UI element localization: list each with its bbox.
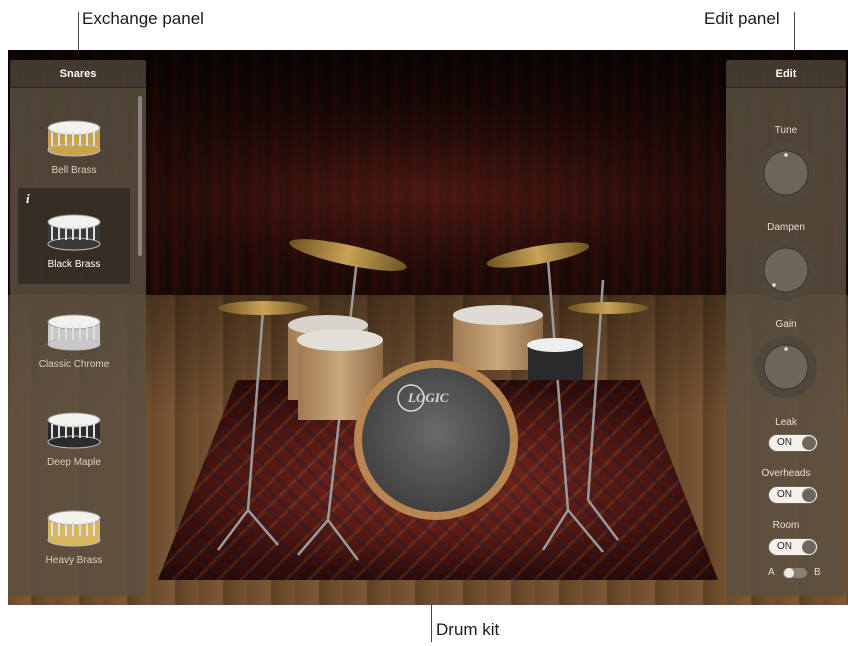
snare-drum-icon bbox=[47, 314, 101, 351]
snare-drum-icon bbox=[47, 214, 101, 251]
snare-item[interactable]: i Black Brass bbox=[18, 188, 130, 284]
edit-panel: Edit Tune Dampen Gain Leak ON Overheads … bbox=[726, 60, 846, 595]
leak-label: Leak bbox=[775, 417, 797, 428]
crash-cymbal-left bbox=[289, 239, 407, 271]
snare-item[interactable]: Deep Maple bbox=[18, 386, 130, 482]
room-label: Room bbox=[772, 520, 800, 531]
tune-label: Tune bbox=[774, 125, 798, 136]
scrollbar[interactable] bbox=[138, 96, 142, 256]
snare-drum-icon bbox=[47, 510, 101, 547]
snare-drum-icon bbox=[47, 412, 101, 449]
callout-exchange-panel: Exchange panel bbox=[82, 9, 204, 28]
gain-knob[interactable] bbox=[754, 335, 818, 399]
callout-edit-panel: Edit panel bbox=[704, 9, 780, 28]
snare-item-label: Heavy Brass bbox=[45, 555, 103, 566]
gain-control: Gain bbox=[726, 319, 846, 409]
leak-toggle[interactable]: ON bbox=[768, 434, 818, 452]
snare-item-label: Classic Chrome bbox=[38, 359, 110, 370]
snare-item-label: Bell Brass bbox=[51, 165, 97, 176]
room-toggle-state: ON bbox=[777, 541, 792, 552]
snare-item[interactable]: Bell Brass bbox=[18, 94, 130, 190]
snare-drum-icon bbox=[47, 120, 101, 157]
room-toggle-thumb bbox=[802, 540, 816, 554]
tune-control: Tune bbox=[726, 125, 846, 215]
overheads-label: Overheads bbox=[761, 468, 811, 479]
exchange-panel-title: Snares bbox=[10, 60, 146, 88]
gain-label: Gain bbox=[775, 319, 797, 330]
snare-item[interactable]: Classic Chrome bbox=[18, 288, 130, 384]
snare-list[interactable]: Bell Brass i Black Brass Classic Chrome Deep… bbox=[10, 90, 146, 595]
snare-item[interactable]: Heavy Brass bbox=[18, 484, 130, 580]
overheads-toggle-thumb bbox=[802, 488, 816, 502]
overheads-toggle-state: ON bbox=[777, 489, 792, 500]
crash-cymbal-right bbox=[486, 242, 590, 268]
leak-toggle-state: ON bbox=[777, 437, 792, 448]
ride-cymbal bbox=[568, 302, 648, 314]
hihat bbox=[218, 301, 308, 315]
ab-switch-thumb bbox=[784, 568, 794, 578]
dampen-control: Dampen bbox=[726, 222, 846, 312]
ab-label-b: B bbox=[814, 567, 821, 578]
room-ab-switch: A B bbox=[726, 567, 846, 581]
drum-kit[interactable]: LOGIC bbox=[208, 180, 668, 580]
ab-switch[interactable] bbox=[782, 567, 808, 579]
snare-item-label: Deep Maple bbox=[47, 457, 101, 468]
callout-line-exchange bbox=[78, 12, 79, 50]
edit-panel-title: Edit bbox=[726, 60, 846, 88]
snare-item-label: Black Brass bbox=[47, 259, 101, 270]
exchange-panel: Snares Bell Brass i Black Brass Classic Chr… bbox=[10, 60, 146, 595]
overheads-toggle[interactable]: ON bbox=[768, 486, 818, 504]
dampen-knob[interactable] bbox=[754, 238, 818, 302]
info-icon[interactable]: i bbox=[26, 191, 30, 207]
room-toggle[interactable]: ON bbox=[768, 538, 818, 556]
ab-label-a: A bbox=[768, 567, 775, 578]
callout-drum-kit: Drum kit bbox=[436, 620, 500, 639]
bass-drum-logo: LOGIC bbox=[407, 390, 449, 405]
leak-toggle-thumb bbox=[802, 436, 816, 450]
dampen-label: Dampen bbox=[767, 222, 805, 233]
tune-knob[interactable] bbox=[754, 141, 818, 205]
drummer-editor: LOGIC Snares Bell Brass i Black Brass Class… bbox=[8, 50, 848, 605]
